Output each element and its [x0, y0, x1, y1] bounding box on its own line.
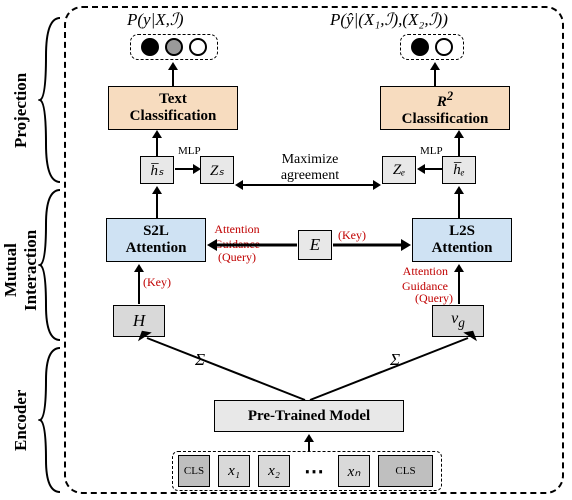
- vg-box: vg: [432, 305, 484, 337]
- r2-rest: Classification: [402, 111, 489, 127]
- attention-guidance-left: Attention Guidance: [214, 222, 260, 252]
- token-x1: x₁: [218, 455, 250, 487]
- r2-classification-box: R2 Classification: [380, 86, 510, 130]
- z-s: Zₛ: [200, 156, 234, 184]
- l2s-attention-box: L2S Attention: [412, 218, 512, 262]
- cls-token-right: CLS: [378, 455, 433, 487]
- circle-open-icon: [435, 38, 453, 56]
- hbar-s: h̅ₛ: [140, 156, 174, 184]
- brace-projection: [38, 16, 62, 184]
- section-projection: Projection: [8, 50, 34, 170]
- text-classification-box: Text Classification: [108, 86, 238, 130]
- prob-right: P(ŷ|(X₁,ℐ),(X₂,ℐ)): [330, 10, 448, 30]
- token-ellipsis: ⋯: [298, 455, 330, 487]
- maximize-agreement-label: Maximize agreement: [260, 152, 360, 184]
- mlp-right-label: MLP: [420, 145, 443, 157]
- sigma-left: Σ: [195, 350, 205, 370]
- circle-filled-icon: [141, 38, 159, 56]
- section-mutual: Mutual Interaction: [8, 200, 34, 340]
- hbar-e: h̅ₑ: [442, 156, 476, 184]
- attention-guidance-right: Attention Guidance: [402, 264, 448, 294]
- output-circles-left: [130, 34, 218, 60]
- brace-encoder: [38, 346, 62, 494]
- H-box: H: [113, 305, 165, 337]
- query-left: (Query): [218, 250, 256, 265]
- cls-token-left: CLS: [178, 455, 210, 487]
- r2-r: R: [437, 94, 447, 110]
- mlp-left-label: MLP: [178, 145, 201, 157]
- sigma-right: Σ: [390, 350, 400, 370]
- s2l-attention-box: S2L Attention: [106, 218, 206, 262]
- key-right-label: (Key): [338, 228, 366, 243]
- section-encoder: Encoder: [8, 360, 34, 480]
- r2-sup: 2: [447, 89, 453, 103]
- token-xn: xₙ: [338, 455, 370, 487]
- z-e: Zₑ: [382, 156, 416, 184]
- query-right: (Query): [415, 291, 453, 306]
- E-box: E: [298, 230, 332, 260]
- key-left-label: (Key): [143, 275, 171, 290]
- token-x2: x₂: [258, 455, 290, 487]
- prob-left: P(y|X,ℐ): [127, 10, 184, 30]
- output-circles-right: [400, 34, 464, 60]
- pretrained-model-box: Pre-Trained Model: [214, 400, 404, 432]
- circle-grey-icon: [165, 38, 183, 56]
- brace-mutual: [38, 188, 62, 342]
- circle-filled-icon: [411, 38, 429, 56]
- circle-open-icon: [189, 38, 207, 56]
